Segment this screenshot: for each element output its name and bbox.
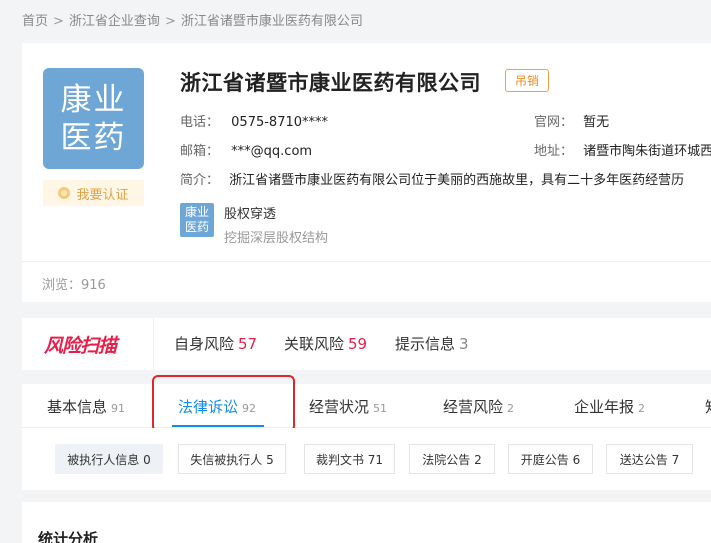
company-logo-text-line2: 医药: [60, 119, 127, 156]
website-label: 官网：: [534, 115, 574, 130]
tab-label: 法律诉讼: [178, 398, 239, 416]
company-logo: 康业 医药: [43, 68, 144, 169]
subtab-court-notice[interactable]: 法院公告 2: [409, 444, 495, 474]
status-badge: 吊销: [505, 69, 549, 92]
equity-logo-text-line2: 医药: [184, 220, 209, 234]
active-tab-indicator: [172, 425, 264, 427]
risk-item-count: 57: [238, 335, 258, 353]
company-name: 浙江省诸暨市康业医药有限公司: [180, 71, 481, 95]
tab-count: 91: [111, 402, 126, 415]
tab-annual-report[interactable]: 企业年报 2: [574, 396, 645, 417]
risk-item-label: 关联风险: [284, 335, 345, 353]
risk-item-label: 提示信息: [395, 335, 456, 353]
risk-item-count: 59: [348, 335, 368, 353]
email-value: ***@qq.com: [231, 144, 313, 159]
page: 首页 > 浙江省企业查询 > 浙江省诸暨市康业医药有限公司 康业 医药 我要认证 浙江省…: [0, 0, 711, 543]
divider: [153, 318, 154, 370]
subtab-executed-person[interactable]: 被执行人信息 0: [55, 444, 163, 474]
email-label: 邮箱：: [180, 144, 220, 159]
tab-label: 知: [705, 398, 711, 416]
tab-operation-risk[interactable]: 经营风险 2: [443, 396, 514, 417]
tab-operation-status[interactable]: 经营状况 51: [309, 396, 387, 417]
phone-label: 电话：: [180, 115, 220, 130]
risk-scan-logo[interactable]: 风险扫描: [44, 331, 117, 358]
breadcrumb-province-link[interactable]: 浙江省企业查询: [69, 14, 160, 29]
equity-texts: 股权穿透 挖掘深层股权结构: [224, 203, 328, 246]
breadcrumb: 首页 > 浙江省企业查询 > 浙江省诸暨市康业医药有限公司: [22, 10, 363, 29]
address-value: 诸暨市陶朱街道环城西: [583, 144, 711, 159]
company-card: 康业 医药 我要认证 浙江省诸暨市康业医药有限公司 吊销 电话： 0575-87…: [22, 43, 711, 261]
section-title: 统计分析: [38, 530, 99, 543]
tab-count: 2: [638, 402, 646, 415]
tab-legal-litigation[interactable]: 法律诉讼 92: [178, 396, 256, 417]
tab-label: 企业年报: [574, 398, 635, 416]
tab-count: 51: [373, 402, 388, 415]
risk-item-count: 3: [459, 335, 469, 353]
tab-count: 2: [507, 402, 515, 415]
address-row: 地址： 诸暨市陶朱街道环城西: [534, 140, 711, 159]
breadcrumb-home-link[interactable]: 首页: [22, 14, 48, 29]
equity-logo-text-line1: 康业: [184, 205, 209, 219]
company-logo-text-line1: 康业: [60, 81, 127, 118]
equity-penetration-link[interactable]: 康业 医药 股权穿透 挖掘深层股权结构: [180, 203, 328, 246]
intro-value: 浙江省诸暨市康业医药有限公司位于美丽的西施故里，具有二十多年医药经营历: [229, 173, 685, 188]
tab-count: 92: [242, 402, 257, 415]
risk-scan-bar: 风险扫描 自身风险 57 关联风险 59 提示信息 3: [22, 318, 711, 370]
tab-intellectual-property[interactable]: 知: [705, 396, 711, 417]
verify-button[interactable]: 我要认证: [43, 180, 144, 206]
views-bar: 浏览：916: [22, 261, 711, 302]
tab-label: 经营状况: [309, 398, 370, 416]
tab-label: 基本信息: [47, 398, 108, 416]
intro-row: 简介： 浙江省诸暨市康业医药有限公司位于美丽的西施故里，具有二十多年医药经营历: [180, 169, 684, 188]
address-label: 地址：: [534, 144, 574, 159]
website-row: 官网： 暂无: [534, 111, 609, 130]
breadcrumb-separator: >: [164, 14, 176, 29]
tab-label: 经营风险: [443, 398, 504, 416]
sub-tabs: 被执行人信息 0 失信被执行人 5 裁判文书 71 法院公告 2 开庭公告 6 …: [22, 428, 711, 490]
phone-row: 电话： 0575-8710****: [180, 111, 328, 130]
subtab-dishonest-executed[interactable]: 失信被执行人 5: [178, 444, 286, 474]
stats-section: 统计分析: [22, 502, 711, 543]
medal-icon: [58, 187, 71, 199]
main-tabs: 基本信息91 法律诉讼92 经营状况51 经营风险2 企业年报2 知: [22, 384, 711, 428]
verify-label: 我要认证: [76, 187, 129, 203]
risk-item-hint[interactable]: 提示信息 3: [395, 333, 469, 354]
intro-label: 简介：: [180, 173, 220, 188]
website-value: 暂无: [583, 115, 610, 130]
breadcrumb-current: 浙江省诸暨市康业医药有限公司: [180, 14, 363, 29]
equity-subtitle: 挖掘深层股权结构: [224, 231, 329, 246]
tab-basic-info[interactable]: 基本信息 91: [47, 396, 125, 417]
risk-item-related[interactable]: 关联风险 59: [284, 333, 367, 354]
risk-item-label: 自身风险: [174, 335, 235, 353]
phone-value: 0575-8710****: [231, 115, 329, 130]
equity-title: 股权穿透: [224, 207, 277, 222]
risk-item-self[interactable]: 自身风险 57: [174, 333, 257, 354]
subtab-delivery-notice[interactable]: 送达公告 7: [606, 444, 693, 474]
equity-company-logo: 康业 医药: [180, 203, 214, 237]
breadcrumb-separator: >: [53, 14, 64, 29]
subtab-judgment-docs[interactable]: 裁判文书 71: [304, 444, 395, 474]
email-row: 邮箱： ***@qq.com: [180, 140, 312, 159]
views-count: 浏览：916: [42, 278, 106, 293]
subtab-hearing-notice[interactable]: 开庭公告 6: [508, 444, 593, 474]
